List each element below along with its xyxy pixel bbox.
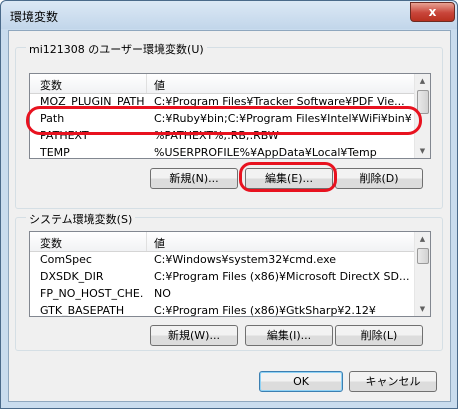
table-row[interactable]: DXSDK_DIR C:¥Program Files (x86)¥Microso…: [30, 268, 414, 285]
column-header-value[interactable]: 値: [154, 77, 165, 93]
system-variables-label: システム環境変数(S): [26, 211, 136, 227]
table-row[interactable]: GTK_BASEPATH C:¥Program Files (x86)¥GtkS…: [30, 302, 414, 316]
column-header-value[interactable]: 値: [154, 235, 165, 251]
scroll-down-icon[interactable]: ▼: [417, 302, 428, 316]
scroll-up-icon[interactable]: ▲: [417, 232, 428, 246]
edit-button-highlight: [239, 162, 337, 192]
column-header-variable[interactable]: 変数: [40, 235, 62, 251]
user-variables-label: mi121308 のユーザー環境変数(U): [26, 41, 207, 57]
scroll-up-icon[interactable]: ▲: [417, 74, 428, 88]
ok-button[interactable]: OK: [259, 371, 343, 392]
env-vars-dialog: 環境変数 x mi121308 のユーザー環境変数(U) 変数 値 MOZ_PL…: [0, 0, 458, 409]
path-row-highlight: [26, 106, 422, 135]
title-bar[interactable]: 環境変数 x: [1, 1, 457, 29]
table-row[interactable]: FP_NO_HOST_CHE... NO: [30, 285, 414, 302]
table-row[interactable]: TEMP %USERPROFILE%¥AppData¥Local¥Temp: [30, 144, 414, 158]
list-header: 変数 値: [30, 74, 414, 94]
list-header: 変数 値: [30, 232, 414, 252]
scroll-down-icon[interactable]: ▼: [417, 144, 428, 158]
system-delete-button[interactable]: 削除(L): [335, 325, 423, 346]
scroll-thumb[interactable]: [417, 248, 429, 264]
window-title: 環境変数: [10, 10, 59, 24]
close-icon: x: [428, 5, 437, 19]
vertical-scrollbar[interactable]: ▲ ▼: [414, 232, 430, 316]
system-edit-button[interactable]: 編集(I)...: [245, 325, 333, 346]
dialog-body: mi121308 のユーザー環境変数(U) 変数 値 MOZ_PLUGIN_PA…: [8, 30, 451, 402]
cancel-button[interactable]: キャンセル: [349, 371, 437, 392]
user-new-button[interactable]: 新規(N)...: [150, 168, 238, 189]
system-variables-list[interactable]: 変数 値 ComSpec C:¥Windows¥system32¥cmd.exe…: [29, 231, 431, 317]
column-header-variable[interactable]: 変数: [40, 77, 62, 93]
table-row[interactable]: ComSpec C:¥Windows¥system32¥cmd.exe: [30, 251, 414, 268]
user-delete-button[interactable]: 削除(D): [335, 168, 423, 189]
system-new-button[interactable]: 新規(W)...: [150, 325, 238, 346]
close-button[interactable]: x: [410, 2, 455, 22]
